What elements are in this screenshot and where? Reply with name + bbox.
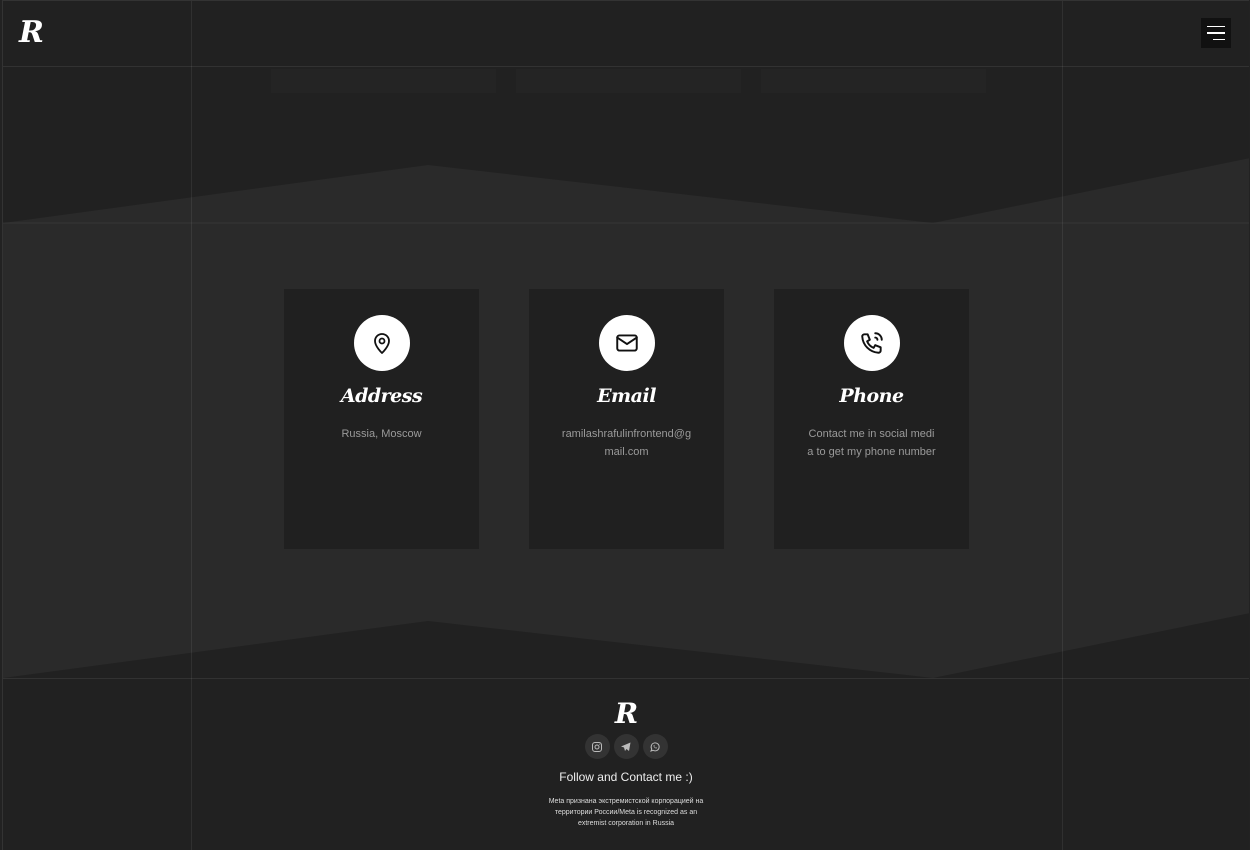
footer-logo[interactable]: R: [615, 697, 638, 730]
hamburger-icon: [1207, 25, 1225, 28]
map-pin-icon: [353, 315, 410, 371]
footer-note: Meta признана экстремистской корпорацией…: [548, 798, 704, 827]
card-title: Address: [340, 385, 423, 407]
card-title: Email: [597, 385, 656, 407]
card-text: Contact me in social media to get my pho…: [807, 428, 936, 458]
menu-button[interactable]: [1201, 18, 1231, 48]
contact-card-email: Email ramilashrafulinfrontend@gmail.com: [529, 289, 724, 549]
ghost-tab: [761, 69, 986, 93]
social-links: [584, 734, 668, 759]
ghost-tabs: [271, 69, 986, 93]
page-frame: R Address Russia, Moscow Email ramilashr…: [2, 0, 1249, 850]
contact-card-address: Address Russia, Moscow: [284, 289, 479, 549]
site-footer: R Follow and Contact me:) Meta признана…: [3, 678, 1249, 850]
hamburger-icon: [1213, 38, 1225, 41]
ghost-tab: [271, 69, 496, 93]
ghost-tab: [516, 69, 741, 93]
site-logo[interactable]: R: [19, 15, 44, 50]
whatsapp-icon[interactable]: [642, 734, 668, 759]
site-header: R: [3, 1, 1249, 67]
telegram-icon[interactable]: [613, 734, 639, 759]
footer-title: Follow and Contact me :): [559, 770, 693, 784]
card-title: Phone: [839, 385, 904, 407]
contact-cards: Address Russia, Moscow Email ramilashraf…: [284, 289, 969, 549]
card-text: Russia, Moscow: [341, 428, 422, 440]
contact-card-phone: Phone Contact me in social media to get …: [774, 289, 969, 549]
card-text[interactable]: ramilashrafulinfrontend@gmail.com: [562, 425, 692, 461]
hamburger-icon: [1207, 32, 1225, 34]
mail-icon: [598, 315, 655, 371]
instagram-icon[interactable]: [584, 734, 610, 759]
phone-call-icon: [843, 315, 900, 371]
